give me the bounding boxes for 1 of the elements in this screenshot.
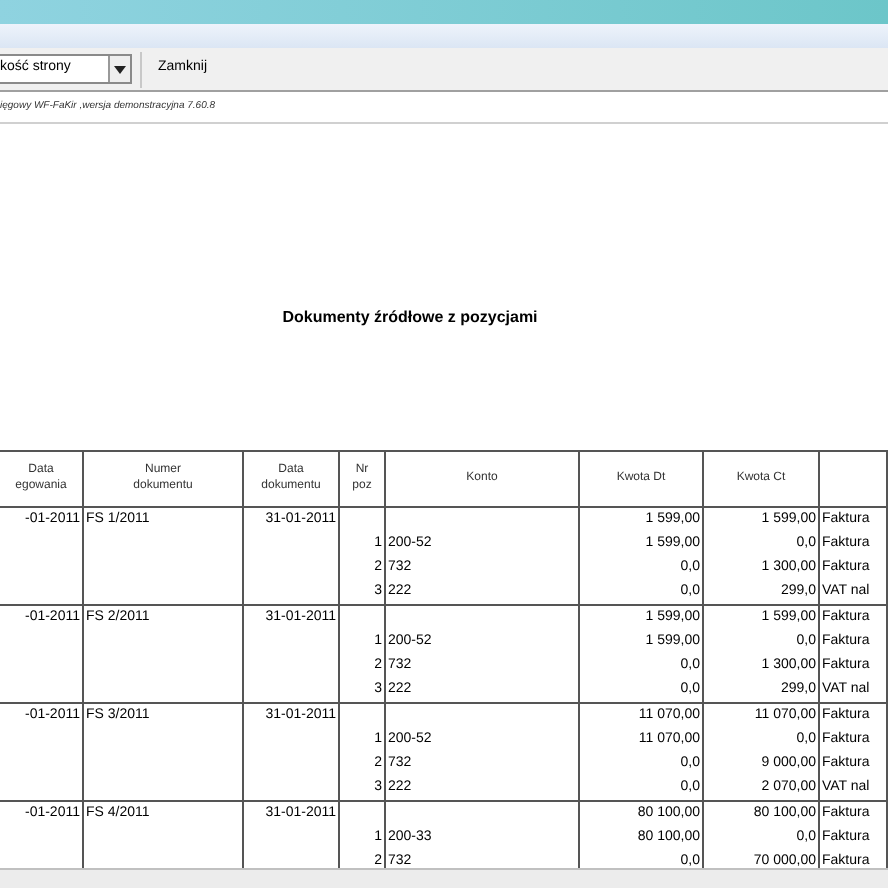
report-title: Dokumenty źródłowe z pozycjami [282,306,538,331]
